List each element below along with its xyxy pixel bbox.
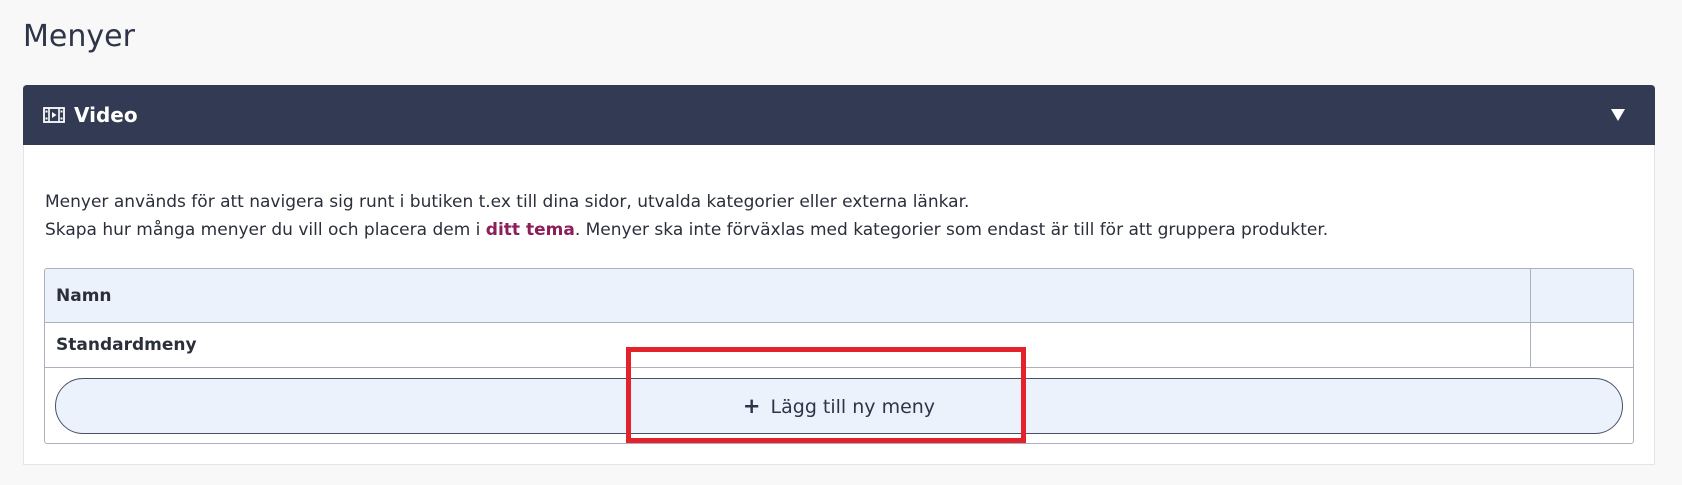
menus-table: Namn Standardmeny + Lägg till ny meny bbox=[44, 268, 1634, 444]
plus-icon: + bbox=[742, 394, 761, 418]
video-panel-header[interactable]: Video bbox=[23, 85, 1655, 145]
table-row[interactable]: Standardmeny bbox=[45, 323, 1633, 368]
description-line-1: Menyer används för att navigera sig runt… bbox=[45, 192, 970, 212]
column-header-name: Namn bbox=[56, 286, 112, 306]
page-title: Menyer bbox=[23, 19, 135, 54]
description-line-2-start: Skapa hur många menyer du vill och place… bbox=[45, 220, 486, 240]
video-panel-title: Video bbox=[74, 103, 138, 127]
description-line-2-end: . Menyer ska inte förväxlas med kategori… bbox=[574, 220, 1329, 240]
theme-link[interactable]: ditt tema bbox=[486, 220, 575, 240]
table-header: Namn bbox=[45, 269, 1633, 323]
menu-name-cell: Standardmeny bbox=[56, 335, 197, 355]
menus-description: Menyer används för att navigera sig runt… bbox=[45, 188, 1328, 244]
film-icon bbox=[43, 107, 65, 123]
column-divider bbox=[1530, 269, 1531, 323]
chevron-down-icon[interactable] bbox=[1611, 109, 1625, 121]
column-divider bbox=[1530, 323, 1531, 368]
video-panel: Video Menyer används för att navigera si… bbox=[23, 85, 1655, 465]
add-menu-button[interactable]: + Lägg till ny meny bbox=[55, 378, 1623, 434]
add-menu-label: Lägg till ny meny bbox=[770, 396, 936, 418]
